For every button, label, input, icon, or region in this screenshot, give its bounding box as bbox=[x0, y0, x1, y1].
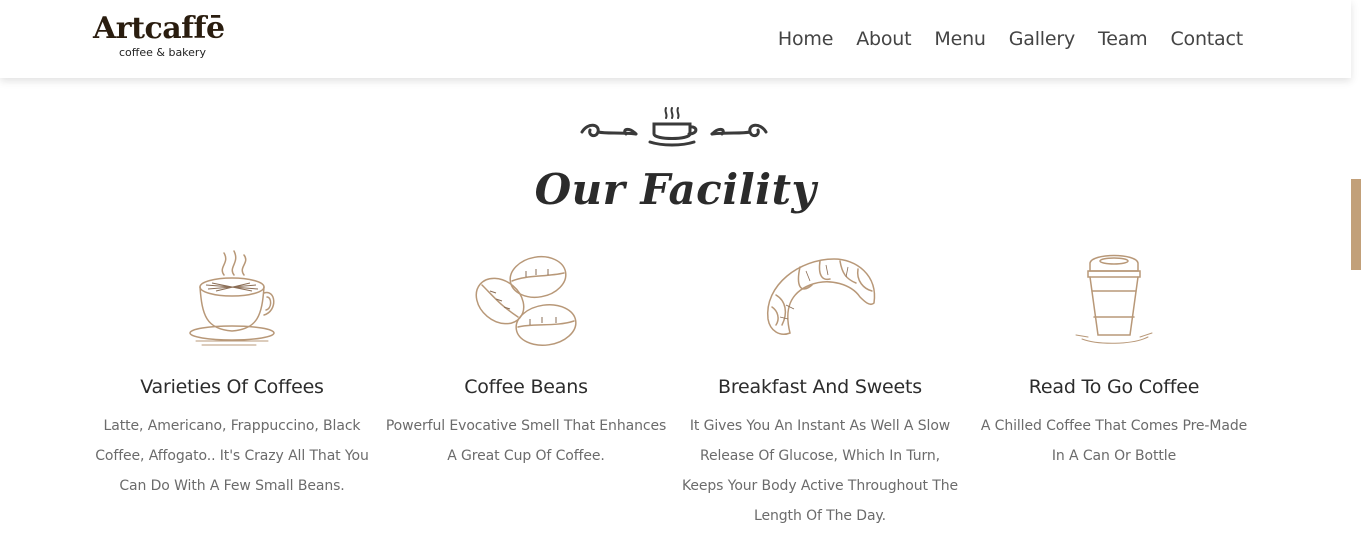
site-header: Artcaffē coffee & bakery Home About Menu… bbox=[0, 0, 1351, 78]
brand-tagline: coffee & bakery bbox=[119, 46, 206, 59]
description-line: Keeps Your Body Active Throughout The bbox=[681, 478, 958, 494]
facility-description: A Chilled Coffee That Comes Pre-Made In … bbox=[969, 411, 1259, 471]
description-line: Can Do With A Few Small Beans. bbox=[119, 478, 345, 494]
nav-home[interactable]: Home bbox=[778, 26, 834, 52]
description-line: Coffee, Affogato.. It's Crazy All That Y… bbox=[95, 448, 369, 464]
section-title: Our Facility bbox=[534, 165, 817, 214]
main-nav: Home About Menu Gallery Team Contact bbox=[755, 26, 1243, 52]
coffee-cup-flourish-icon bbox=[580, 107, 768, 147]
nav-menu[interactable]: Menu bbox=[934, 26, 986, 52]
brand-logo[interactable]: Artcaffē coffee & bakery bbox=[93, 12, 238, 62]
nav-contact[interactable]: Contact bbox=[1170, 26, 1243, 52]
coffee-cup-icon bbox=[189, 250, 275, 346]
coffee-beans-icon bbox=[475, 255, 577, 346]
description-line: It Gives You An Instant As Well A Slow bbox=[689, 418, 951, 434]
facility-description: Latte, Americano, Frappuccino, Black Cof… bbox=[87, 411, 377, 501]
description-line: A Great Cup Of Coffee. bbox=[447, 448, 605, 464]
nav-gallery[interactable]: Gallery bbox=[1009, 26, 1075, 52]
description-line: Release Of Glucose, Which In Turn, bbox=[699, 448, 941, 464]
description-line: Length Of The Day. bbox=[754, 508, 886, 524]
description-line: In A Can Or Bottle bbox=[1051, 448, 1177, 464]
facility-description: Powerful Evocative Smell That Enhances A… bbox=[381, 411, 671, 471]
scrollbar-thumb[interactable] bbox=[1351, 179, 1361, 270]
facility-card: Breakfast And Sweets It Gives You An Ins… bbox=[675, 245, 965, 531]
facility-title: Breakfast And Sweets bbox=[718, 376, 922, 398]
brand-name: Artcaffē bbox=[93, 11, 225, 46]
nav-team[interactable]: Team bbox=[1098, 26, 1148, 52]
facility-title: Read To Go Coffee bbox=[1028, 376, 1200, 398]
facility-card: Coffee Beans Powerful Evocative Smell Th… bbox=[381, 245, 671, 471]
description-line: A Chilled Coffee That Comes Pre-Made bbox=[980, 418, 1248, 434]
description-line: Latte, Americano, Frappuccino, Black bbox=[103, 418, 361, 434]
facility-description: It Gives You An Instant As Well A Slow R… bbox=[675, 411, 965, 531]
facility-card: Read To Go Coffee A Chilled Coffee That … bbox=[969, 245, 1259, 471]
facility-card: Varieties Of Coffees Latte, Americano, F… bbox=[87, 245, 377, 501]
description-line: Powerful Evocative Smell That Enhances bbox=[385, 418, 667, 434]
facility-title: Coffee Beans bbox=[464, 376, 588, 398]
nav-about[interactable]: About bbox=[856, 26, 911, 52]
takeaway-cup-icon bbox=[1075, 254, 1153, 344]
facility-title: Varieties Of Coffees bbox=[140, 376, 324, 398]
croissant-icon bbox=[767, 258, 876, 335]
